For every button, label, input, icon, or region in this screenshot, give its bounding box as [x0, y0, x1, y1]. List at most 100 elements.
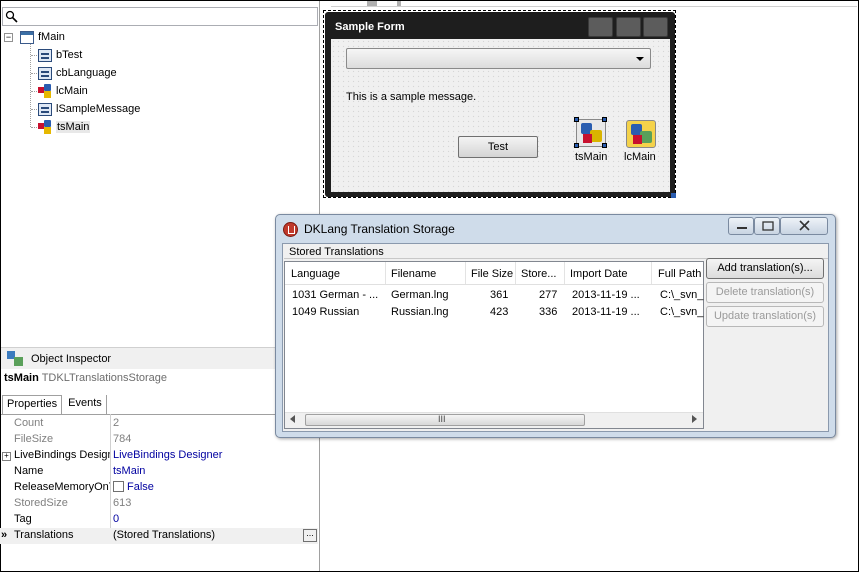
- property-grid: [1, 414, 319, 415]
- property-row-filesize[interactable]: FileSize 784: [0, 432, 318, 448]
- cell-filesize: 423: [490, 306, 509, 318]
- close-icon: [799, 220, 810, 231]
- column-header-filename[interactable]: Filename: [391, 268, 436, 280]
- sample-form-maximize-button[interactable]: [616, 17, 641, 37]
- column-header-fullpath[interactable]: Full Path: [658, 268, 701, 280]
- tree-node-label: tsMain: [56, 121, 91, 133]
- checkbox-label: False: [127, 481, 154, 493]
- cell-storedsize: 277: [539, 289, 558, 301]
- list-header: Language Filename File Size Store... Imp…: [285, 262, 703, 285]
- tree-node-cblanguage[interactable]: cbLanguage: [38, 64, 117, 82]
- sample-form-title: Sample Form: [335, 21, 405, 33]
- scroll-right-icon[interactable]: [692, 415, 697, 423]
- scroll-left-icon[interactable]: [290, 415, 295, 423]
- language-combobox[interactable]: [346, 48, 651, 69]
- language-controller-icon[interactable]: [626, 120, 656, 148]
- checkbox[interactable]: [113, 481, 124, 492]
- property-value-checkbox[interactable]: False: [113, 481, 154, 493]
- property-name: LiveBindings Designer: [14, 449, 110, 461]
- object-inspector-header: Object Inspector: [1, 347, 319, 369]
- property-row-releasememory[interactable]: ReleaseMemoryOnTranslate False: [0, 480, 318, 496]
- tree-node-tsmain[interactable]: tsMain: [38, 118, 91, 136]
- tree-node-fmain[interactable]: fMain: [20, 28, 65, 46]
- tree-collapse-toggle[interactable]: −: [4, 33, 13, 42]
- component-label-lcmain: lcMain: [624, 151, 656, 163]
- dklang-window-title: DKLang Translation Storage: [304, 222, 455, 236]
- property-name: ReleaseMemoryOnTranslate: [14, 481, 110, 493]
- translations-storage-icon: [38, 120, 53, 134]
- expand-icon[interactable]: +: [2, 452, 11, 461]
- tree-node-label: lcMain: [56, 85, 88, 97]
- inspector-tabs: Properties Events: [2, 395, 109, 415]
- tree-node-label: fMain: [38, 31, 65, 43]
- close-button[interactable]: [780, 217, 828, 235]
- cell-importdate: 2013-11-19 ...: [572, 306, 640, 318]
- property-value: (Stored Translations): [113, 529, 216, 541]
- tab-properties[interactable]: Properties: [2, 395, 63, 415]
- structure-search-input[interactable]: [2, 7, 318, 26]
- column-header-language[interactable]: Language: [291, 268, 340, 280]
- sample-form-minimize-button[interactable]: [588, 17, 613, 37]
- tree-node-label: bTest: [56, 49, 83, 61]
- object-inspector-title: Object Inspector: [31, 352, 112, 365]
- update-translation-button[interactable]: Update translation(s): [706, 306, 824, 327]
- cell-fullpath: C:\_svn_: [660, 289, 704, 301]
- property-name: Tag: [14, 513, 32, 525]
- component-name: tsMain: [4, 372, 39, 384]
- property-value: LiveBindings Designer: [113, 449, 223, 461]
- combobox-component-icon: [38, 66, 52, 80]
- dklang-app-icon: [283, 222, 298, 237]
- form-icon: [20, 30, 34, 44]
- property-name: Name: [14, 465, 44, 477]
- sample-form-close-button[interactable]: [643, 17, 668, 37]
- translations-list[interactable]: [284, 261, 704, 429]
- component-selector[interactable]: tsMain TDKLTranslationsStorage: [4, 372, 167, 384]
- add-translation-button[interactable]: Add translation(s)...: [706, 258, 824, 279]
- cell-language: 1049 Russian: [292, 306, 360, 318]
- property-name: Translations: [14, 529, 74, 541]
- test-button[interactable]: Test: [458, 136, 538, 158]
- selected-row-marker: »: [1, 529, 8, 541]
- sample-message-label: This is a sample message.: [346, 91, 477, 103]
- scrollbar-thumb[interactable]: III: [305, 414, 585, 426]
- column-header-storedsize[interactable]: Store...: [521, 268, 556, 280]
- column-header-importdate[interactable]: Import Date: [570, 268, 627, 280]
- label-component-icon: [38, 102, 52, 116]
- tab-events[interactable]: Events: [64, 395, 107, 415]
- cell-filesize: 361: [490, 289, 509, 301]
- delete-translation-button[interactable]: Delete translation(s): [706, 282, 824, 303]
- property-row-name[interactable]: Name tsMain: [0, 464, 318, 480]
- tree-node-lcmain[interactable]: lcMain: [38, 82, 88, 100]
- property-row-count[interactable]: Count 2: [0, 416, 318, 432]
- component-class: TDKLTranslationsStorage: [41, 372, 168, 384]
- tree-node-lsamplemessage[interactable]: lSampleMessage: [38, 100, 140, 118]
- scrollbar-grip: III: [438, 414, 446, 424]
- property-row-storedsize[interactable]: StoredSize 613: [0, 496, 318, 512]
- property-row-tag[interactable]: Tag 0: [0, 512, 318, 528]
- stored-translations-group-title: Stored Translations: [289, 246, 384, 258]
- button-component-icon: [38, 48, 52, 62]
- tree-node-label: cbLanguage: [56, 67, 117, 79]
- tree-node-btest[interactable]: bTest: [38, 46, 82, 64]
- property-value: 2: [113, 417, 120, 429]
- cell-fullpath: C:\_svn_: [660, 306, 704, 318]
- cell-importdate: 2013-11-19 ...: [572, 289, 640, 301]
- property-value: tsMain: [113, 465, 146, 477]
- property-row-livebindings[interactable]: + LiveBindings Designer LiveBindings Des…: [0, 448, 318, 464]
- maximize-button[interactable]: [754, 217, 780, 235]
- resize-handle[interactable]: [671, 193, 676, 198]
- chevron-down-icon: [636, 57, 644, 61]
- property-value: 613: [113, 497, 132, 509]
- language-controller-icon: [38, 84, 53, 98]
- property-value: 0: [113, 513, 120, 525]
- property-name: Count: [14, 417, 44, 429]
- property-value: 784: [113, 433, 132, 445]
- minimize-icon: [737, 227, 747, 229]
- minimize-button[interactable]: [728, 217, 754, 235]
- cell-filename: German.lng: [391, 289, 449, 301]
- component-label-tsmain: tsMain: [575, 151, 608, 163]
- ellipsis-button[interactable]: ...: [303, 529, 317, 542]
- object-inspector-icon: [7, 351, 24, 366]
- property-row-translations[interactable]: » Translations (Stored Translations) ...: [0, 528, 318, 544]
- column-header-filesize[interactable]: File Size: [471, 268, 513, 280]
